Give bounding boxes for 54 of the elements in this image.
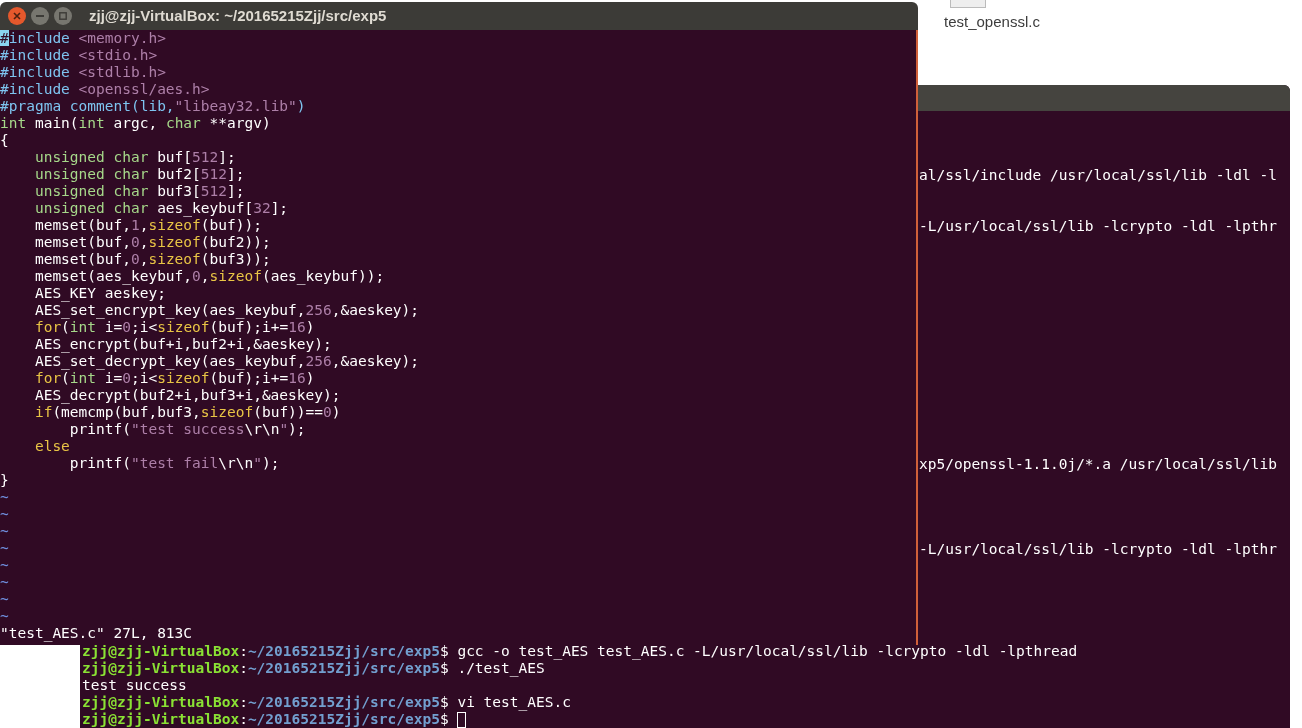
editor-area[interactable] (0, 30, 918, 645)
empty-line-marker: ~ (0, 608, 9, 625)
code-line: printf("test fail\r\n"); (68, 455, 280, 472)
code-line: { (0, 132, 9, 149)
close-icon (13, 12, 21, 20)
code-line: unsigned char buf[512]; (33, 149, 236, 166)
empty-line-marker: ~ (0, 489, 9, 506)
code-line: AES_encrypt(buf+i,buf2+i,&aeskey); (33, 336, 332, 353)
status-line: "test_AES.c" 27L, 813C (0, 625, 193, 642)
code-line: } (0, 472, 9, 489)
code-line: #include <openssl/aes.h> (0, 81, 210, 98)
minimize-button[interactable] (31, 7, 49, 25)
code-line: for(int i=0;i<sizeof(buf);i+=16) (33, 370, 315, 387)
terminal-line: test success (82, 677, 187, 694)
window-title: zjj@zjj-VirtualBox: ~/20165215Zjj/src/exp5 (89, 5, 387, 26)
terminal-line: zjj@zjj-VirtualBox:~/20165215Zjj/src/exp5$ vi test_AES.c (82, 694, 571, 711)
terminal-line: -L/usr/local/ssl/lib -lcrypto -ldl -lpthr (919, 218, 1277, 235)
code-line: memset(aes_keybuf,0,sizeof(aes_keybuf)); (33, 268, 385, 285)
terminal-line: zjj@zjj-VirtualBox:~/20165215Zjj/src/exp5$ (82, 711, 450, 728)
maximize-button[interactable] (54, 7, 72, 25)
code-line: #include <stdio.h> (0, 47, 158, 64)
terminal-line: zjj@zjj-VirtualBox:~/20165215Zjj/src/exp5$ ./test_AES (82, 660, 545, 677)
code-line: int main(int argc, char **argv) (0, 115, 271, 132)
terminal-line: zjj@zjj-VirtualBox:~/20165215Zjj/src/exp5$ gcc -o test_AES test_AES.c -L/usr/local/ssl/lib -lcrypto -ldl -lpthread (82, 643, 1078, 660)
code-line: #pragma comment(lib,"libeay32.lib") (0, 98, 306, 115)
empty-line-marker: ~ (0, 574, 9, 591)
code-line: #include <stdlib.h> (0, 64, 166, 81)
code-line: unsigned char buf3[512]; (33, 183, 245, 200)
code-line: unsigned char buf2[512]; (33, 166, 245, 183)
code-line: memset(buf,0,sizeof(buf3)); (33, 251, 271, 268)
empty-line-marker: ~ (0, 523, 9, 540)
code-line: for(int i=0;i<sizeof(buf);i+=16) (33, 319, 315, 336)
file-label[interactable]: test_openssl.c (944, 11, 1040, 34)
code-line: unsigned char aes_keybuf[32]; (33, 200, 289, 217)
code-line: memset(buf,0,sizeof(buf2)); (33, 234, 271, 251)
code-line: if(memcmp(buf,buf3,sizeof(buf))==0) (33, 404, 341, 421)
terminal-line: -L/usr/local/ssl/lib -lcrypto -ldl -lpthr (919, 541, 1277, 558)
empty-line-marker: ~ (0, 506, 9, 523)
terminal-line: al/ssl/include /usr/local/ssl/lib -ldl -l (919, 167, 1277, 184)
terminal-line: xp5/openssl-1.1.0j/*.a /usr/local/ssl/lib (919, 456, 1277, 473)
code-line: AES_KEY aeskey; (33, 285, 166, 302)
minimize-icon (36, 15, 44, 17)
empty-line-marker: ~ (0, 557, 9, 574)
code-line: AES_decrypt(buf2+i,buf3+i,&aeskey); (33, 387, 341, 404)
code-line: AES_set_encrypt_key(aes_keybuf,256,&aeskey); (33, 302, 420, 319)
code-line: else (33, 438, 70, 455)
close-button[interactable] (8, 7, 26, 25)
maximize-icon (59, 12, 67, 20)
empty-line-marker: ~ (0, 540, 9, 557)
code-line: printf("test success\r\n"); (68, 421, 306, 438)
empty-line-marker: ~ (0, 591, 9, 608)
code-line: memset(buf,1,sizeof(buf)); (33, 217, 262, 234)
file-icon[interactable] (950, 0, 986, 8)
code-line: AES_set_decrypt_key(aes_keybuf,256,&aeskey); (33, 353, 420, 370)
